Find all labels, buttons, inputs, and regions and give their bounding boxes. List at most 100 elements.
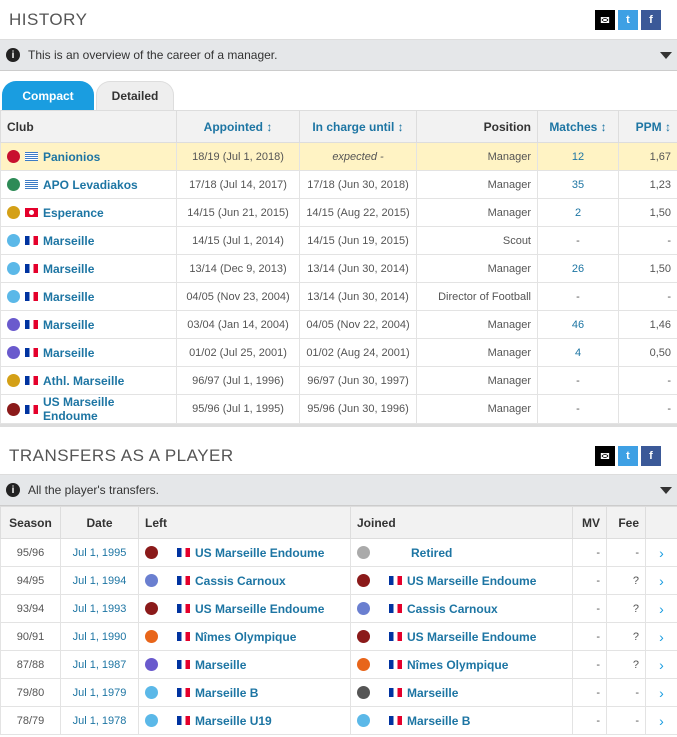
club-name-link[interactable]: Marseille <box>43 290 94 304</box>
joined-club-link[interactable]: Retired <box>411 546 452 560</box>
club-crest-icon[interactable] <box>357 602 370 615</box>
date-cell[interactable]: Jul 1, 1995 <box>60 538 139 567</box>
club-name-link[interactable]: Marseille <box>43 318 94 332</box>
left-club-link[interactable]: Nîmes Olympique <box>195 630 296 644</box>
left-club-link[interactable]: Cassis Carnoux <box>195 574 286 588</box>
joined-club-link[interactable]: US Marseille Endoume <box>407 630 536 644</box>
club-crest-icon[interactable] <box>7 178 20 191</box>
club-crest-icon[interactable] <box>7 206 20 219</box>
col-ppm[interactable]: PPM ↕ <box>618 110 677 143</box>
details-cell[interactable]: › <box>645 678 677 707</box>
transfers-info-bar[interactable]: i All the player's transfers. <box>0 475 677 506</box>
club-crest-icon[interactable] <box>145 686 158 699</box>
twitter-share-icon[interactable]: t <box>618 446 638 466</box>
col-appointed[interactable]: Appointed ↕ <box>176 110 300 143</box>
club-crest-icon[interactable] <box>357 714 370 727</box>
matches-cell[interactable]: 35 <box>537 170 619 199</box>
club-crest-icon[interactable] <box>357 546 370 559</box>
club-crest-icon[interactable] <box>7 318 20 331</box>
club-crest-icon[interactable] <box>7 374 20 387</box>
club-crest-icon[interactable] <box>7 262 20 275</box>
facebook-share-icon[interactable]: f <box>641 10 661 30</box>
matches-cell[interactable]: 12 <box>537 142 619 171</box>
club-name-link[interactable]: Marseille <box>43 346 94 360</box>
club-crest-icon[interactable] <box>145 714 158 727</box>
date-cell[interactable]: Jul 1, 1979 <box>60 678 139 707</box>
left-club-link[interactable]: US Marseille Endoume <box>195 602 324 616</box>
club-name-link[interactable]: APO Levadiakos <box>43 178 138 192</box>
twitter-share-icon[interactable]: t <box>618 10 638 30</box>
details-cell[interactable]: › <box>645 594 677 623</box>
chevron-right-icon[interactable]: › <box>659 629 664 645</box>
col-in-charge-until[interactable]: In charge until ↕ <box>299 110 417 143</box>
transfers-title: TRANSFERS AS A PLAYER <box>9 446 234 465</box>
details-cell[interactable]: › <box>645 622 677 651</box>
history-info-bar[interactable]: i This is an overview of the career of a… <box>0 40 677 71</box>
joined-club-link[interactable]: US Marseille Endoume <box>407 574 536 588</box>
details-cell[interactable]: › <box>645 650 677 679</box>
club-name-link[interactable]: US Marseille Endoume <box>43 395 170 423</box>
left-club-link[interactable]: US Marseille Endoume <box>195 546 324 560</box>
flag-icon <box>25 320 38 329</box>
joined-club-link[interactable]: Marseille <box>407 686 458 700</box>
date-cell[interactable]: Jul 1, 1993 <box>60 594 139 623</box>
matches-cell[interactable]: 2 <box>537 198 619 227</box>
chevron-right-icon[interactable]: › <box>659 685 664 701</box>
details-cell[interactable]: › <box>645 566 677 595</box>
left-club-link[interactable]: Marseille B <box>195 686 258 700</box>
until-cell: 17/18 (Jun 30, 2018) <box>299 170 417 199</box>
date-cell[interactable]: Jul 1, 1990 <box>60 622 139 651</box>
chevron-down-icon[interactable] <box>660 52 672 59</box>
club-crest-icon[interactable] <box>357 630 370 643</box>
history-row: Marseille 13/14 (Dec 9, 2013) 13/14 (Jun… <box>0 254 677 283</box>
club-crest-icon[interactable] <box>145 630 158 643</box>
date-cell[interactable]: Jul 1, 1978 <box>60 706 139 735</box>
date-cell[interactable]: Jul 1, 1994 <box>60 566 139 595</box>
chevron-right-icon[interactable]: › <box>659 573 664 589</box>
club-crest-icon[interactable] <box>7 234 20 247</box>
details-cell[interactable]: › <box>645 706 677 735</box>
email-share-icon[interactable]: ✉ <box>595 10 615 30</box>
joined-club-link[interactable]: Cassis Carnoux <box>407 602 498 616</box>
chevron-right-icon[interactable]: › <box>659 545 664 561</box>
col-matches[interactable]: Matches ↕ <box>537 110 619 143</box>
club-crest-icon[interactable] <box>7 402 20 416</box>
facebook-share-icon[interactable]: f <box>641 446 661 466</box>
tab-compact[interactable]: Compact <box>2 81 94 110</box>
col-club: Club <box>0 110 177 143</box>
matches-cell[interactable]: 46 <box>537 310 619 339</box>
transfer-row: 95/96 Jul 1, 1995 US Marseille Endoume R… <box>0 538 677 567</box>
left-club-link[interactable]: Marseille <box>195 658 246 672</box>
club-crest-icon[interactable] <box>145 658 158 671</box>
chevron-down-icon[interactable] <box>660 487 672 494</box>
tab-detailed[interactable]: Detailed <box>96 81 174 110</box>
details-cell[interactable]: › <box>645 538 677 567</box>
club-crest-icon[interactable] <box>145 574 158 587</box>
club-name-link[interactable]: Athl. Marseille <box>43 374 124 388</box>
club-crest-icon[interactable] <box>7 150 20 163</box>
chevron-right-icon[interactable]: › <box>659 601 664 617</box>
club-crest-icon[interactable] <box>7 290 20 303</box>
chevron-right-icon[interactable]: › <box>659 657 664 673</box>
appointed-cell: 04/05 (Nov 23, 2004) <box>176 282 300 311</box>
club-crest-icon[interactable] <box>7 346 20 359</box>
club-crest-icon[interactable] <box>357 574 370 587</box>
club-name-link[interactable]: Marseille <box>43 234 94 248</box>
matches-cell[interactable]: 26 <box>537 254 619 283</box>
club-crest-icon[interactable] <box>357 658 370 671</box>
joined-club-link[interactable]: Nîmes Olympique <box>407 658 508 672</box>
date-cell[interactable]: Jul 1, 1987 <box>60 650 139 679</box>
club-crest-icon[interactable] <box>145 546 158 559</box>
club-name-link[interactable]: Marseille <box>43 262 94 276</box>
matches-cell[interactable]: 4 <box>537 338 619 367</box>
left-club-link[interactable]: Marseille U19 <box>195 714 272 728</box>
club-name-link[interactable]: Panionios <box>43 150 100 164</box>
joined-club-link[interactable]: Marseille B <box>407 714 470 728</box>
club-crest-icon[interactable] <box>145 602 158 615</box>
club-name-link[interactable]: Esperance <box>43 206 104 220</box>
left-club-cell: Cassis Carnoux <box>138 566 351 595</box>
left-club-cell: Marseille B <box>138 678 351 707</box>
club-crest-icon[interactable] <box>357 686 370 699</box>
chevron-right-icon[interactable]: › <box>659 713 664 729</box>
email-share-icon[interactable]: ✉ <box>595 446 615 466</box>
